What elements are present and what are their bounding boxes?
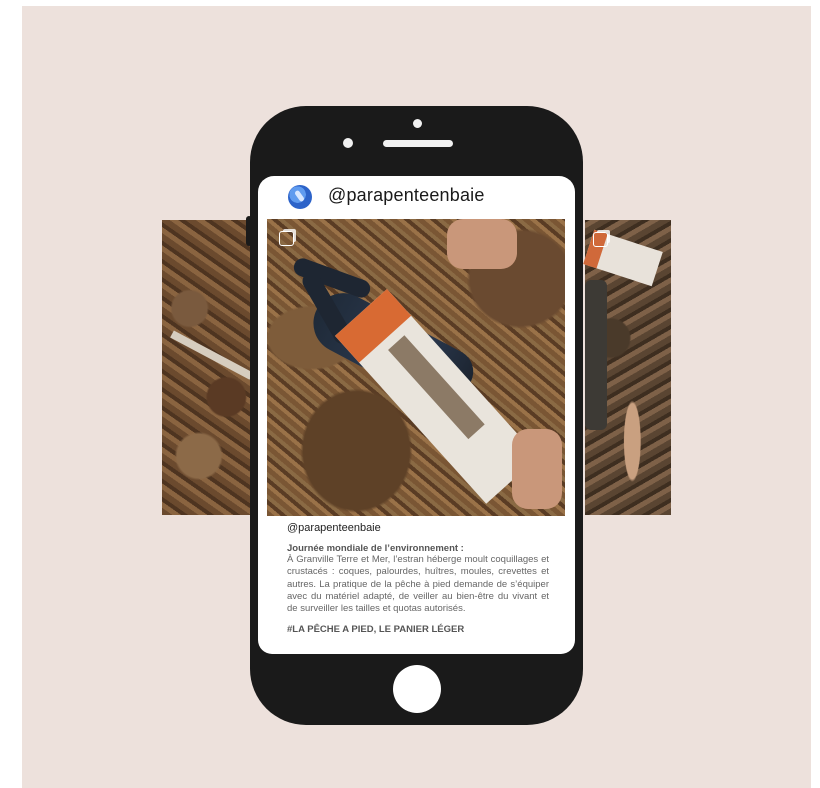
post-photo[interactable] — [267, 219, 565, 516]
paraglider-avatar-icon[interactable] — [288, 185, 312, 209]
carousel-prev-photo[interactable] — [162, 220, 254, 515]
boot — [585, 280, 607, 430]
sensor — [343, 138, 353, 148]
measuring-ruler — [334, 289, 539, 504]
home-button[interactable] — [393, 665, 441, 713]
side-button — [246, 216, 252, 246]
hand — [512, 429, 562, 509]
caption-title: Journée mondiale de l’environnement : — [287, 543, 464, 554]
hand — [447, 219, 517, 269]
caption-username[interactable]: @parapenteenbaie — [287, 522, 549, 534]
fishing-tool — [170, 330, 254, 380]
caption-hashtags[interactable]: #LA PÊCHE A PIED, LE PANIER LÉGER — [287, 624, 549, 635]
front-camera — [413, 119, 422, 128]
post-screen: @parapenteenbaie @parapenteenbaie Journé… — [258, 176, 575, 654]
post-header: @parapenteenbaie — [258, 176, 575, 218]
speaker — [383, 140, 453, 147]
carousel-next-photo[interactable] — [583, 220, 671, 515]
carousel-icon — [279, 231, 294, 246]
caption-body: À Granville Terre et Mer, l’estran héber… — [287, 554, 549, 615]
post-username[interactable]: @parapenteenbaie — [328, 185, 485, 206]
post-caption: @parapenteenbaie Journée mondiale de l’e… — [287, 522, 549, 635]
carousel-icon — [593, 232, 608, 247]
